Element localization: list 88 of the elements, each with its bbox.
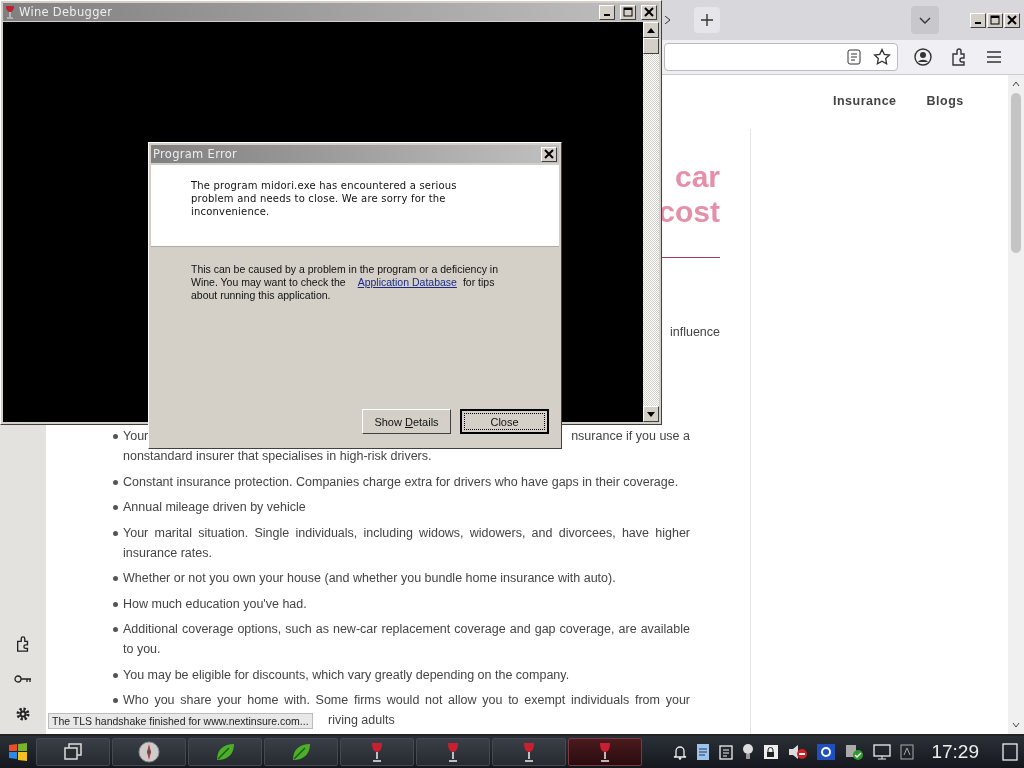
lock-icon[interactable]: [763, 744, 780, 760]
list-item-text: Your marital situation. Single individuals, including widows, widowers, and divorcees, have higher insurance rates.: [123, 524, 690, 562]
bullet-icon: [113, 601, 118, 607]
scrollbar-thumb[interactable]: [1011, 93, 1021, 253]
bullet-icon: [113, 627, 118, 632]
menu-icon[interactable]: [986, 50, 1002, 64]
list-item-text: You may be eligible for discounts, which vary greatly depending on the company.: [123, 666, 571, 684]
scrollbar-thumb[interactable]: [643, 38, 659, 54]
scroll-down-icon[interactable]: [1011, 720, 1021, 730]
taskbar-button[interactable]: [264, 738, 338, 766]
wine-glass-icon: [371, 742, 383, 762]
light-bulb-icon[interactable]: [742, 743, 755, 761]
scroll-down-icon[interactable]: [647, 411, 655, 417]
monitor-icon[interactable]: [873, 744, 892, 760]
star-icon[interactable]: [873, 48, 891, 66]
list-item-text: nonstandard insurer that specialises in high-risk drivers.: [123, 448, 433, 465]
document-icon[interactable]: [696, 743, 711, 761]
list-item-text: nsurance if you use a: [571, 428, 690, 445]
clock: 17:29: [931, 741, 979, 763]
plus-icon: [700, 13, 714, 27]
list-item-text: How much education you've had.: [123, 595, 308, 613]
clipboard-icon[interactable]: [719, 744, 734, 760]
scroll-up-icon[interactable]: [1011, 79, 1021, 89]
show-desktop-icon[interactable]: [1002, 743, 1018, 761]
window-title: Wine Debugger: [19, 5, 114, 19]
muted-speaker-icon[interactable]: [788, 744, 809, 760]
bullet-icon: [113, 434, 118, 439]
wine-glass-icon: [523, 742, 535, 762]
bullet-icon: [113, 698, 118, 703]
taskbar-button[interactable]: [112, 738, 186, 766]
scrollbar[interactable]: [1008, 75, 1024, 734]
windows-stack-icon: [63, 742, 83, 762]
minimize-icon: [975, 22, 981, 24]
bell-icon[interactable]: [673, 744, 688, 760]
list-item-text: Constant insurance protection. Companies charge extra for drivers who have gaps in their coverage.: [123, 473, 680, 491]
leaf-icon: [290, 741, 312, 763]
wine-glass-icon: [599, 742, 611, 762]
network-settings-icon[interactable]: [817, 744, 836, 760]
help-text: This can be caused by a problem in the program or a deficiency in Wine. You may want to check the Application Database for tips about running this application.: [191, 263, 499, 302]
paragraph-text: influence: [668, 324, 720, 341]
wine-glass-icon: [447, 742, 459, 762]
usb-drive-icon[interactable]: [844, 743, 865, 761]
bullet-icon: [113, 530, 118, 536]
reader-view-icon[interactable]: [847, 49, 861, 65]
minimize-button[interactable]: [970, 12, 986, 28]
list-item-text: riving adults: [328, 713, 395, 727]
start-button[interactable]: [7, 741, 29, 763]
key-icon[interactable]: [14, 674, 32, 684]
caret-icon: [918, 15, 932, 25]
compass-icon: [138, 741, 160, 763]
nav-link[interactable]: Insurance: [833, 94, 897, 108]
minimize-icon: [604, 14, 610, 16]
settings-icon[interactable]: [15, 706, 31, 722]
minimize-button[interactable]: [599, 4, 615, 20]
maximize-button[interactable]: [620, 4, 636, 20]
status-tooltip: The TLS handshake finished for www.nextinsure.com...: [48, 713, 313, 729]
close-button[interactable]: [641, 4, 657, 20]
bullet-icon: [113, 479, 118, 485]
scroll-up-icon[interactable]: [647, 27, 655, 33]
dialog-button[interactable]: Close: [460, 409, 549, 434]
list-item-text: Annual mileage driven by vehicle: [123, 499, 307, 516]
application-database-link[interactable]: Application Database: [357, 276, 457, 288]
taskbar-button[interactable]: [188, 738, 262, 766]
new-tab-button[interactable]: [694, 7, 720, 33]
leaf-icon: [214, 741, 236, 763]
close-button[interactable]: [541, 146, 557, 162]
nav-link[interactable]: Blogs: [926, 94, 964, 108]
dialog-title: Program Error: [153, 147, 239, 161]
list-item-text: Additional coverage options, such as new-car replacement coverage and gap coverage, are available to you.: [123, 621, 690, 658]
keyboard-layout-icon[interactable]: [900, 744, 915, 760]
puzzle-icon[interactable]: [950, 48, 968, 66]
error-message: The program midori.exe has encountered a serious problem and needs to close. We are sorry for the inconvenience.: [191, 179, 458, 218]
article-heading: car: [674, 159, 720, 194]
article-heading: cost: [658, 194, 720, 229]
close-button[interactable]: [1004, 12, 1020, 28]
account-icon[interactable]: [914, 48, 932, 66]
list-item-text: Whether or not you own your house (and whether you bundle home insurance with auto).: [123, 570, 617, 587]
dialog-button[interactable]: Show Details: [362, 409, 451, 434]
list-item-text: Who you share your home with. Some firms would not allow you to exempt individuals from your: [123, 692, 690, 709]
bullet-icon: [113, 505, 118, 510]
bullet-icon: [113, 576, 118, 581]
list-item-text: Your: [123, 428, 149, 445]
puzzle-icon[interactable]: [15, 636, 31, 652]
taskbar-button[interactable]: [36, 738, 110, 766]
wine-glass-icon: [5, 5, 15, 19]
scrollbar[interactable]: [643, 22, 659, 422]
maximize-button[interactable]: [987, 12, 1003, 28]
bullet-icon: [113, 672, 118, 678]
